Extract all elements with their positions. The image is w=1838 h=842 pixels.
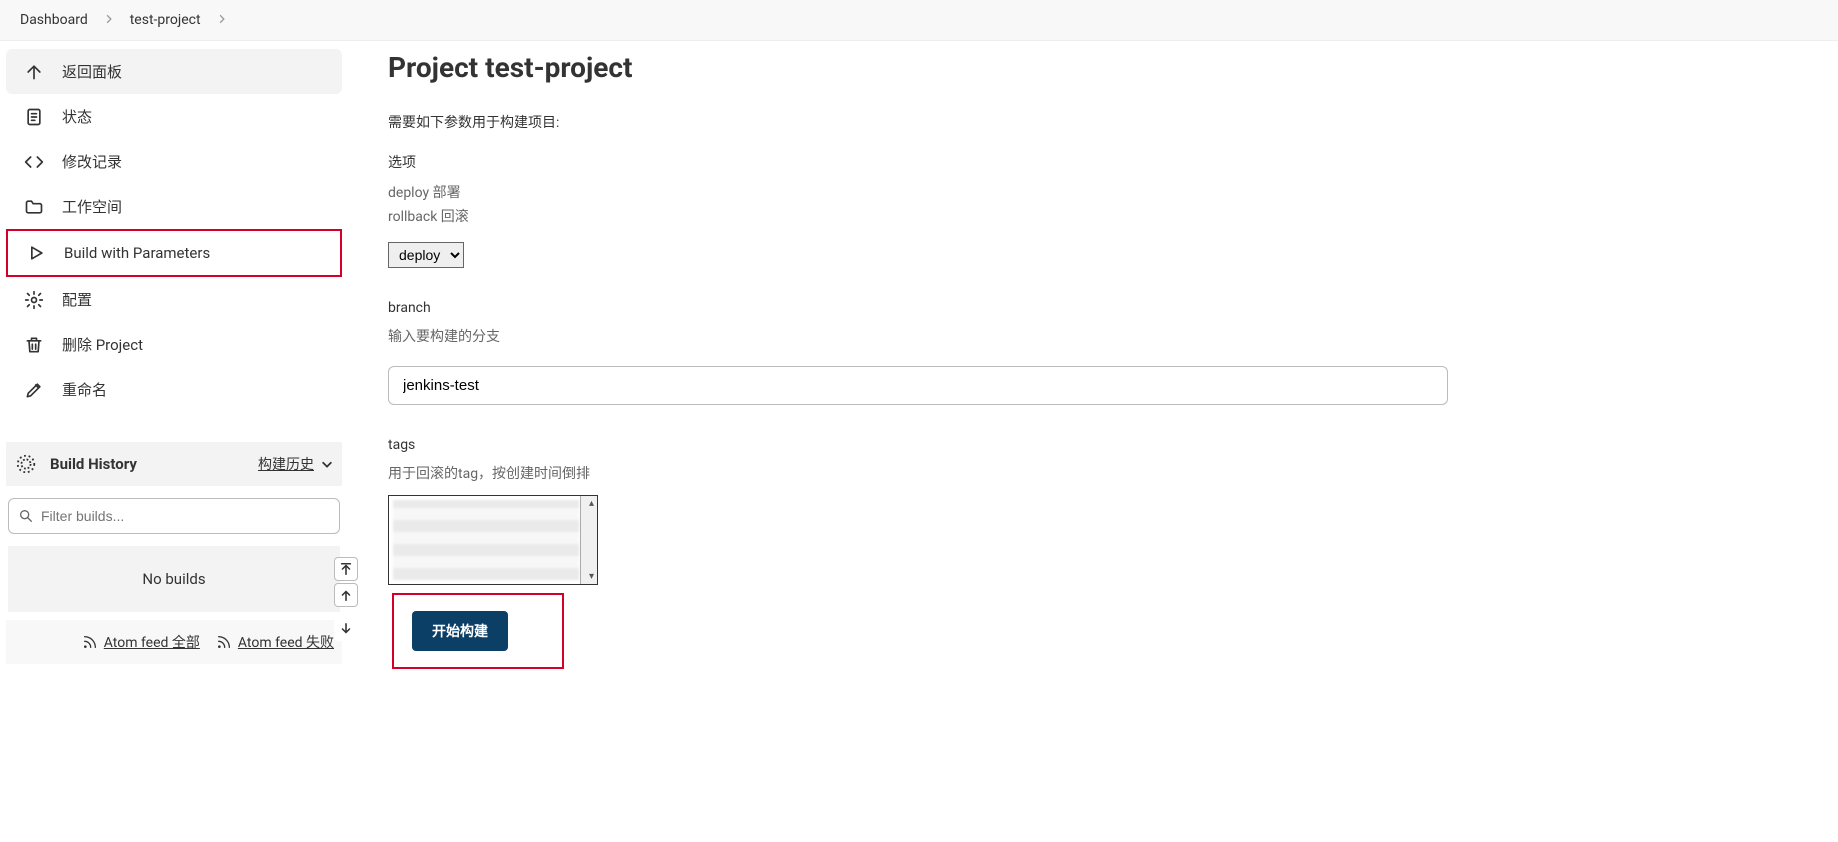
code-icon (24, 152, 44, 172)
no-builds-message: No builds (8, 546, 340, 612)
sidebar-item-label: 返回面板 (62, 61, 122, 82)
sidebar-item-changes[interactable]: 修改记录 (6, 139, 342, 184)
build-history-icon (14, 452, 38, 476)
param-branch-label: branch (388, 300, 1798, 316)
chevron-down-icon (320, 457, 334, 471)
sidebar-item-delete[interactable]: 删除 Project (6, 322, 342, 367)
chevron-right-icon (104, 12, 114, 28)
feed-label: Atom feed 全部 (104, 632, 200, 652)
play-icon (26, 243, 46, 263)
sidebar-item-build-with-parameters[interactable]: Build with Parameters (6, 229, 342, 277)
start-build-button[interactable]: 开始构建 (412, 611, 508, 651)
breadcrumb-item-project[interactable]: test-project (122, 8, 209, 32)
param-branch-section: branch 输入要构建的分支 (388, 300, 1798, 405)
trash-icon (24, 335, 44, 355)
param-branch-help: 输入要构建的分支 (388, 326, 1798, 346)
search-icon (18, 508, 34, 524)
param-option-desc-2: rollback 回滚 (388, 206, 1798, 230)
sidebar-item-configure[interactable]: 配置 (6, 277, 342, 322)
rss-icon (216, 634, 232, 650)
filter-builds-wrap (8, 498, 340, 534)
chevron-right-icon (217, 12, 227, 28)
sidebar-item-label: 删除 Project (62, 334, 143, 355)
gear-icon (24, 290, 44, 310)
build-history-toggle-label: 构建历史 (258, 454, 314, 474)
param-option-section: 选项 deploy 部署 rollback 回滚 deploy (388, 152, 1798, 268)
sidebar-item-status[interactable]: 状态 (6, 94, 342, 139)
param-tags-listbox[interactable]: ▴ ▾ (388, 495, 598, 585)
sidebar: 返回面板 状态 修改记录 工作空间 Build with Parameters (0, 41, 348, 709)
build-history-toggle[interactable]: 构建历史 (258, 454, 334, 474)
build-history-header: Build History 构建历史 (6, 442, 342, 486)
param-branch-input[interactable] (388, 366, 1448, 405)
page-title: Project test-project (388, 51, 1798, 84)
breadcrumb: Dashboard test-project (0, 0, 1838, 41)
main-content: Project test-project 需要如下参数用于构建项目: 选项 de… (348, 41, 1838, 709)
param-option-desc-1: deploy 部署 (388, 182, 1798, 206)
param-option-select[interactable]: deploy (388, 242, 464, 268)
sidebar-item-label: Build with Parameters (64, 244, 210, 262)
sidebar-item-label: 重命名 (62, 379, 107, 400)
build-history-title: Build History (50, 455, 246, 473)
tags-blurred-content (393, 500, 579, 580)
build-button-highlight: 开始构建 (392, 593, 564, 669)
page-description: 需要如下参数用于构建项目: (388, 112, 1798, 132)
sidebar-item-back[interactable]: 返回面板 (6, 49, 342, 94)
sidebar-item-label: 配置 (62, 289, 92, 310)
reorder-top-button[interactable] (334, 557, 358, 581)
param-tags-section: tags 用于回滚的tag，按创建时间倒排 ▴ ▾ (388, 437, 1798, 669)
reorder-up-button[interactable] (334, 583, 358, 607)
folder-icon (24, 197, 44, 217)
feed-links: Atom feed 全部 Atom feed 失败 (6, 620, 342, 664)
document-icon (24, 107, 44, 127)
reorder-down-button[interactable] (334, 617, 358, 641)
scrollbar-down-icon[interactable]: ▾ (589, 571, 594, 582)
param-option-label: 选项 (388, 152, 1798, 172)
atom-feed-all-link[interactable]: Atom feed 全部 (82, 632, 200, 652)
sidebar-item-workspace[interactable]: 工作空间 (6, 184, 342, 229)
param-tags-help: 用于回滚的tag，按创建时间倒排 (388, 463, 1798, 483)
breadcrumb-item-dashboard[interactable]: Dashboard (12, 8, 96, 32)
filter-builds-input[interactable] (8, 498, 340, 534)
feed-label: Atom feed 失败 (238, 632, 334, 652)
scrollbar-up-icon[interactable]: ▴ (589, 498, 594, 509)
sidebar-item-label: 工作空间 (62, 196, 122, 217)
sidebar-item-rename[interactable]: 重命名 (6, 367, 342, 412)
sidebar-item-label: 修改记录 (62, 151, 122, 172)
sidebar-item-label: 状态 (62, 106, 92, 127)
rss-icon (82, 634, 98, 650)
atom-feed-fail-link[interactable]: Atom feed 失败 (216, 632, 334, 652)
arrow-up-icon (24, 62, 44, 82)
pencil-icon (24, 380, 44, 400)
param-tags-label: tags (388, 437, 1798, 453)
